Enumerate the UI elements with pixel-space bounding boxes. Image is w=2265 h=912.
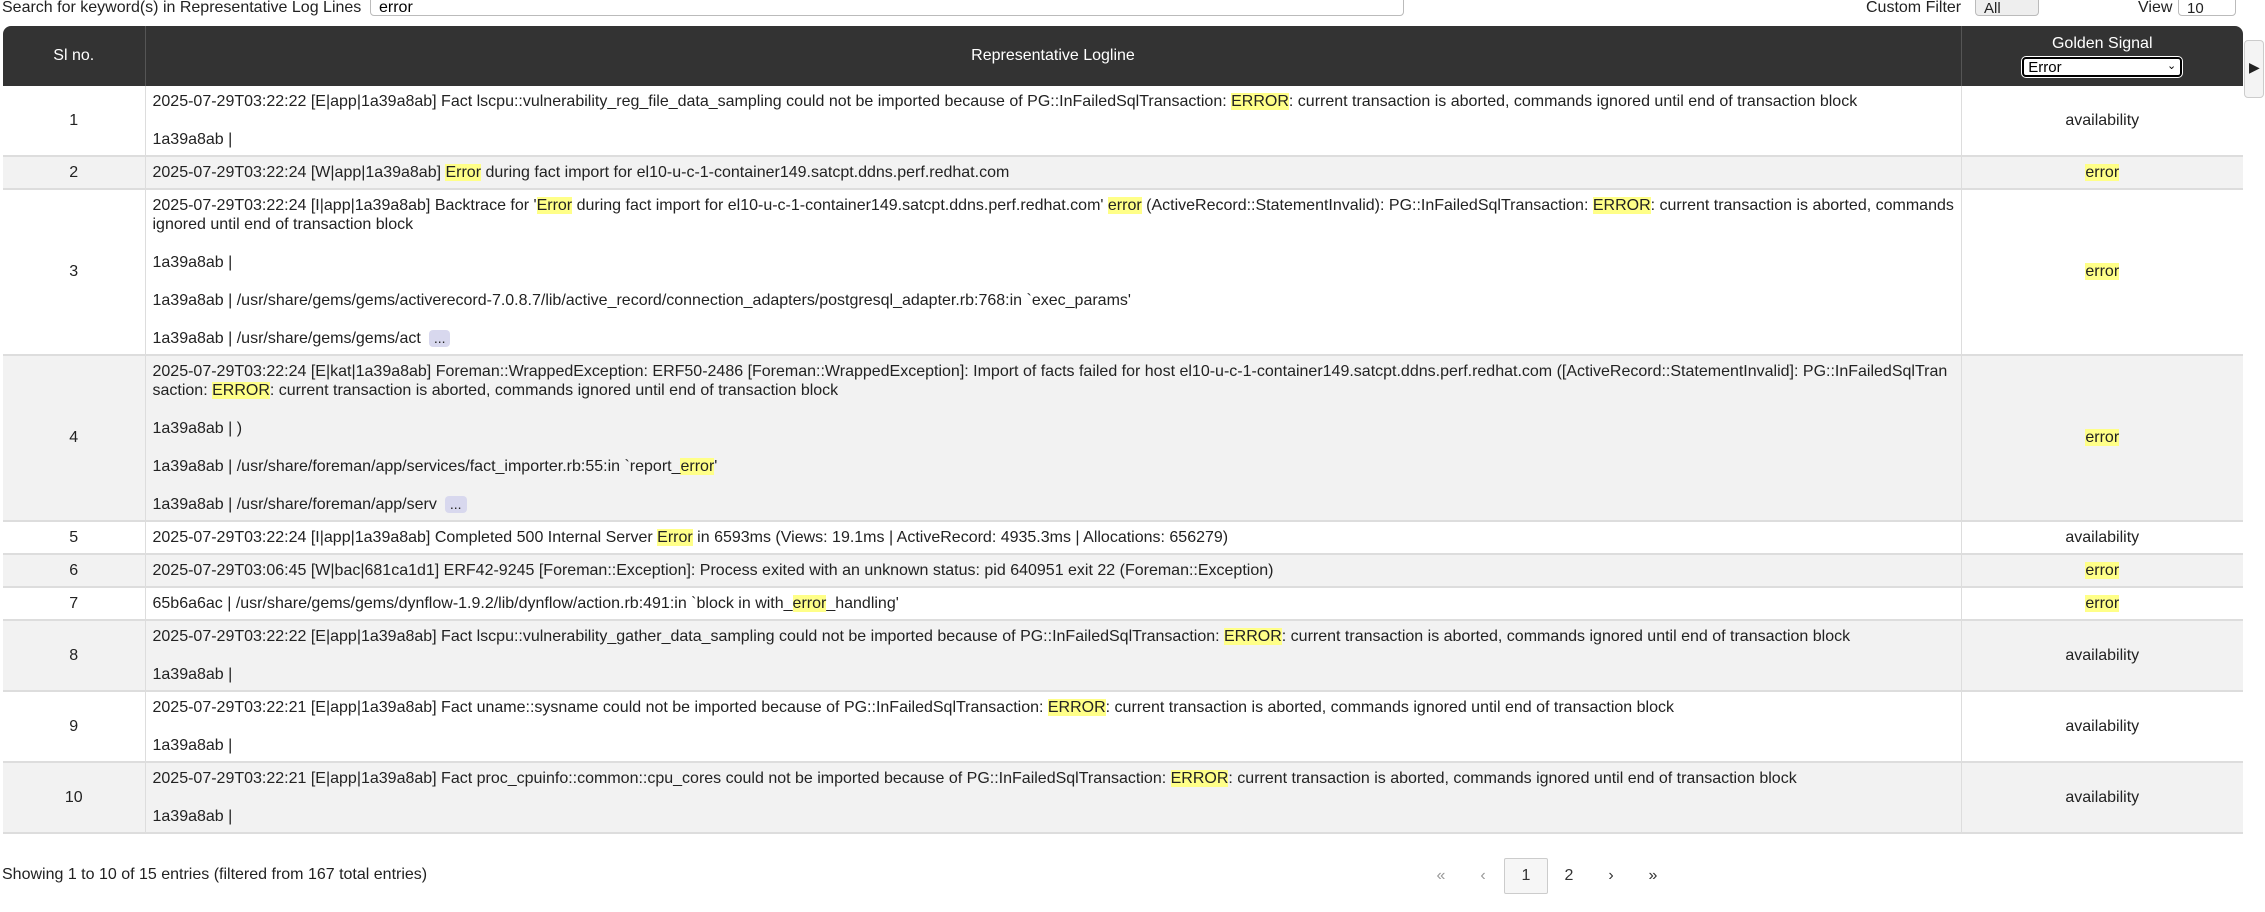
header-sl-no[interactable]: Sl no. <box>3 26 146 86</box>
side-panel-toggle[interactable]: ▶ <box>2244 40 2264 98</box>
golden-signal-value: error <box>2085 594 2120 612</box>
golden-signal-value: availability <box>2065 788 2140 806</box>
table-info: Showing 1 to 10 of 15 entries (filtered … <box>2 866 428 883</box>
pagination-first[interactable]: « <box>1420 859 1462 893</box>
golden-signal-value: availability <box>2065 111 2140 129</box>
logline-cell: 2025-07-29T03:22:24 [I|app|1a39a8ab] Bac… <box>145 189 1962 355</box>
golden-signal-cell: availability <box>1961 86 2243 156</box>
log-line: 1a39a8ab | <box>152 666 233 683</box>
pagination: « ‹ 1 2 › » <box>1420 858 1674 894</box>
pagination-last[interactable]: » <box>1632 859 1674 893</box>
header-logline[interactable]: Representative Logline <box>145 26 1962 86</box>
sl-no-cell: 7 <box>3 587 146 620</box>
logline-cell: 2025-07-29T03:22:21 [E|app|1a39a8ab] Fac… <box>145 762 1962 833</box>
logline-cell: 2025-07-29T03:22:22 [E|app|1a39a8ab] Fac… <box>145 620 1962 691</box>
table-row: 3 2025-07-29T03:22:24 [I|app|1a39a8ab] Ba… <box>3 189 2243 355</box>
table-row: 4 2025-07-29T03:22:24 [E|kat|1a39a8ab] Fo… <box>3 355 2243 521</box>
golden-signal-value: error <box>2085 163 2120 181</box>
custom-filter-select[interactable]: All <box>1975 0 2039 17</box>
table-row: 9 2025-07-29T03:22:21 [E|app|1a39a8ab] Fa… <box>3 691 2243 762</box>
golden-signal-cell: availability <box>1961 521 2243 554</box>
pagination-next[interactable]: › <box>1590 859 1632 893</box>
sl-no-cell: 2 <box>3 156 146 189</box>
log-line: 2025-07-29T03:22:24 [W|app|1a39a8ab] Err… <box>152 164 1010 181</box>
log-line: 2025-07-29T03:22:24 [I|app|1a39a8ab] Com… <box>152 529 1229 546</box>
logs-table: Sl no. Representative Logline Golden Sig… <box>3 26 2243 834</box>
golden-signal-cell: error <box>1961 189 2243 355</box>
log-line: 2025-07-29T03:06:45 [W|bac|681ca1d1] ERF… <box>152 562 1274 579</box>
sl-no-cell: 9 <box>3 691 146 762</box>
pagination-prev[interactable]: ‹ <box>1462 859 1504 893</box>
golden-signal-cell: availability <box>1961 691 2243 762</box>
log-line: 65b6a6ac | /usr/share/gems/gems/dynflow-… <box>152 595 899 612</box>
sl-no-cell: 10 <box>3 762 146 833</box>
logline-cell: 2025-07-29T03:06:45 [W|bac|681ca1d1] ERF… <box>145 554 1962 587</box>
log-line: 1a39a8ab | /usr/share/gems/gems/activere… <box>152 292 1131 309</box>
pagination-page-2[interactable]: 2 <box>1548 859 1590 893</box>
golden-signal-filter-value: Error <box>2028 59 2062 76</box>
filter-bar: Search for keyword(s) in Representative … <box>0 0 2265 18</box>
log-line: 2025-07-29T03:22:21 [E|app|1a39a8ab] Fac… <box>152 699 1674 716</box>
logline-cell: 65b6a6ac | /usr/share/gems/gems/dynflow-… <box>145 587 1962 620</box>
table-row: 5 2025-07-29T03:22:24 [I|app|1a39a8ab] Co… <box>3 521 2243 554</box>
golden-signal-value: error <box>2085 429 2120 446</box>
log-line: 1a39a8ab | <box>152 254 233 271</box>
sl-no-cell: 6 <box>3 554 146 587</box>
table-row: 8 2025-07-29T03:22:22 [E|app|1a39a8ab] Fa… <box>3 620 2243 691</box>
log-line: 1a39a8ab | <box>152 737 233 754</box>
golden-signal-value: availability <box>2065 646 2140 664</box>
golden-signal-cell: availability <box>1961 762 2243 833</box>
logline-cell: 2025-07-29T03:22:24 [W|app|1a39a8ab] Err… <box>145 156 1962 189</box>
golden-signal-value: error <box>2085 263 2120 280</box>
table-row: 6 2025-07-29T03:06:45 [W|bac|681ca1d1] ER… <box>3 554 2243 587</box>
sl-no-cell: 1 <box>3 86 146 156</box>
sl-no-cell: 8 <box>3 620 146 691</box>
logline-cell: 2025-07-29T03:22:21 [E|app|1a39a8ab] Fac… <box>145 691 1962 762</box>
log-line: 1a39a8ab | <box>152 131 233 148</box>
header-golden-signal: Golden Signal Error ⌄ <box>1961 26 2243 86</box>
custom-filter-label: Custom Filter <box>1866 0 1962 16</box>
log-line: 2025-07-29T03:22:21 [E|app|1a39a8ab] Fac… <box>152 770 1797 787</box>
log-line: 1a39a8ab | /usr/share/gems/gems/act <box>152 330 421 347</box>
golden-signal-cell: error <box>1961 355 2243 521</box>
chevron-down-icon: ⌄ <box>2167 60 2177 72</box>
log-line: 1a39a8ab | /usr/share/foreman/app/serv <box>152 496 437 513</box>
golden-signal-cell: error <box>1961 156 2243 189</box>
sl-no-cell: 3 <box>3 189 146 355</box>
log-line: 1a39a8ab | ) <box>152 420 243 437</box>
golden-signal-cell: error <box>1961 554 2243 587</box>
sl-no-cell: 4 <box>3 355 146 521</box>
sl-no-cell: 5 <box>3 521 146 554</box>
caret-right-icon: ▶ <box>2249 59 2260 75</box>
golden-signal-cell: error <box>1961 587 2243 620</box>
golden-signal-value: availability <box>2065 717 2140 735</box>
table-row: 2 2025-07-29T03:22:24 [W|app|1a39a8ab] Er… <box>3 156 2243 189</box>
search-label: Search for keyword(s) in Representative … <box>2 0 362 16</box>
logline-cell: 2025-07-29T03:22:24 [I|app|1a39a8ab] Com… <box>145 521 1962 554</box>
log-line: 2025-07-29T03:22:22 [E|app|1a39a8ab] Fac… <box>152 93 1858 110</box>
log-line: 1a39a8ab | <box>152 808 233 825</box>
log-line: 2025-07-29T03:22:24 [E|kat|1a39a8ab] For… <box>152 363 1948 399</box>
golden-signal-value: availability <box>2065 528 2140 546</box>
expand-logline-button[interactable]: ... <box>444 496 467 513</box>
golden-signal-value: error <box>2085 561 2120 579</box>
table-row: 1 2025-07-29T03:22:22 [E|app|1a39a8ab] Fa… <box>3 86 2243 156</box>
logline-cell: 2025-07-29T03:22:24 [E|kat|1a39a8ab] For… <box>145 355 1962 521</box>
view-label: View <box>2138 0 2173 16</box>
table-header-row: Sl no. Representative Logline Golden Sig… <box>3 26 2243 86</box>
header-golden-signal-label: Golden Signal <box>2051 35 2153 52</box>
log-line: 2025-07-29T03:22:22 [E|app|1a39a8ab] Fac… <box>152 628 1851 645</box>
log-line: 2025-07-29T03:22:24 [I|app|1a39a8ab] Bac… <box>152 197 1954 233</box>
logline-cell: 2025-07-29T03:22:22 [E|app|1a39a8ab] Fac… <box>145 86 1962 156</box>
view-select[interactable]: 10 <box>2178 0 2236 17</box>
log-line: 1a39a8ab | /usr/share/foreman/app/servic… <box>152 458 718 475</box>
table-row: 7 65b6a6ac | /usr/share/gems/gems/dynflow… <box>3 587 2243 620</box>
golden-signal-filter-select[interactable]: Error ⌄ <box>2022 57 2183 77</box>
search-input[interactable] <box>370 0 1404 16</box>
table-row: 10 2025-07-29T03:22:21 [E|app|1a39a8ab] F… <box>3 762 2243 833</box>
pagination-page-1[interactable]: 1 <box>1504 858 1548 894</box>
golden-signal-cell: availability <box>1961 620 2243 691</box>
expand-logline-button[interactable]: ... <box>428 330 451 347</box>
